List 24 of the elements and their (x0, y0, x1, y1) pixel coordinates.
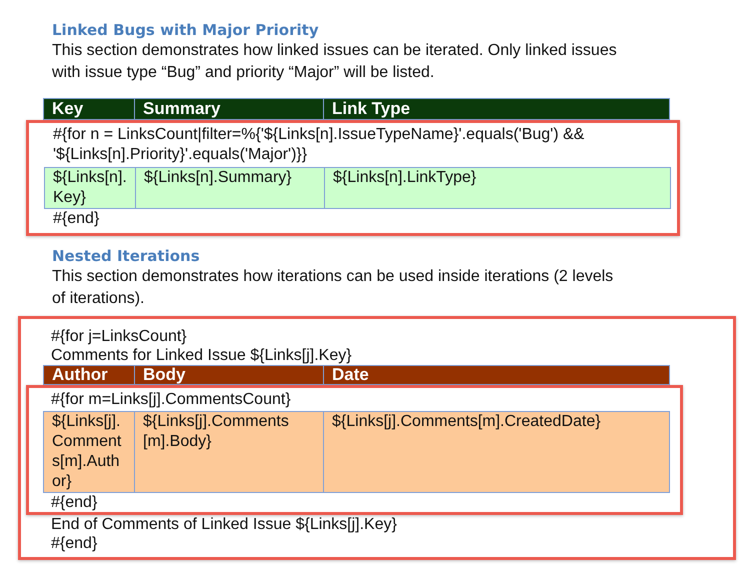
loop-end: #{end} (53, 209, 100, 229)
column-header: Summary (135, 99, 324, 119)
table-cell-text: ${Links[j].Comments[m].CreatedDate} (331, 412, 602, 432)
table-cell: ${Links[n].Key} (45, 168, 136, 208)
section-heading: Linked Bugs with Major Priority (52, 20, 320, 40)
loop-end: #{end} (51, 534, 98, 553)
loop-end: #{end} (51, 493, 98, 512)
table-cell: ${Links[j].Comments[m].Author} (44, 412, 135, 492)
table-cell: ${Links[j].Comments[m].Body} (135, 412, 324, 492)
column-header: Date (331, 366, 370, 384)
loop-directive: #{for n = LinksCount|filter=%{'${Links[n].IssueTypeName}'.equals('Bug') && '${Links[n].Priority}'.equals('Major')}} (53, 125, 586, 165)
column-header: Body (135, 366, 324, 384)
loop-directive: #{for j=LinksCount} (51, 327, 188, 346)
caption-text: Comments for Linked Issue ${Links[j].Key} (51, 346, 353, 365)
table-cell-text: ${Links[n].LinkType} (332, 168, 478, 188)
column-header: Key (44, 99, 135, 119)
table-cell: ${Links[n].Summary} (136, 168, 325, 208)
section-description: This section demonstrates how iterations can be used inside iterations (2 levels of iterations). (52, 267, 614, 309)
loop-directive: #{for m=Links[j].CommentsCount} (51, 390, 292, 409)
closing-text: End of Comments of Linked Issue ${Links[j].Key} (51, 515, 398, 534)
section-heading: Nested Iterations (52, 246, 201, 266)
column-header: Author (44, 366, 135, 384)
section-description: This section demonstrates how linked issues can be iterated. Only linked issues with issue type “Bug” and priority “Major” will be listed. (52, 41, 618, 83)
column-header: Link Type (331, 99, 412, 119)
